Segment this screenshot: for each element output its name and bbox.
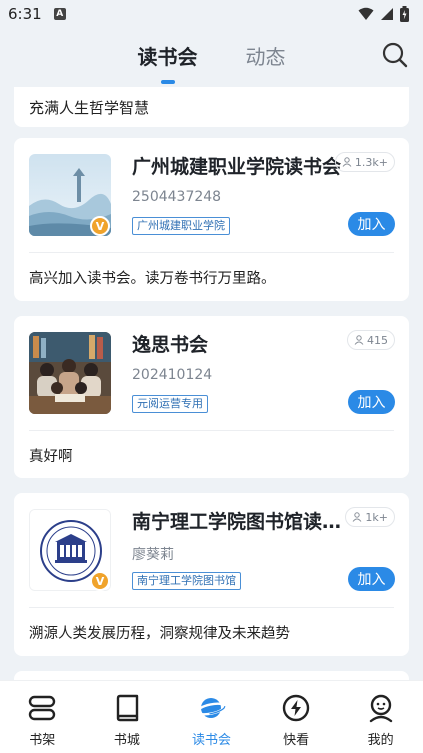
tabbar-item-reading-club[interactable]: 读书会 (169, 681, 254, 753)
tabbar-item-profile[interactable]: 我的 (338, 681, 423, 753)
person-icon (342, 157, 352, 167)
tabbar-label: 读书会 (191, 733, 231, 748)
signal-icon (381, 8, 393, 20)
divider (29, 607, 394, 608)
tabbar-label: 书架 (29, 733, 56, 748)
member-count-value: 415 (367, 333, 388, 347)
status-time: 6:31 (8, 5, 42, 23)
member-count-value: 1.3k+ (354, 155, 388, 169)
member-count: 415 (347, 330, 395, 350)
tab-label: 动态 (245, 44, 286, 69)
club-card[interactable]: V 南宁理工学院图书馆读… 1k+ 廖葵莉 南宁理工学院图书馆 加入 溯源人类发… (14, 493, 409, 656)
join-button[interactable]: 加入 (348, 390, 395, 414)
club-tag: 南宁理工学院图书馆 (132, 572, 241, 590)
battery-icon (400, 6, 409, 22)
club-description: 真好啊 (29, 449, 73, 465)
club-card-partial[interactable] (14, 671, 409, 680)
tab-feed[interactable]: 动态 (222, 41, 310, 70)
club-description: 溯源人类发展历程，洞察规律及未来趋势 (29, 626, 290, 642)
tabbar-item-bookstore[interactable]: 书城 (85, 681, 170, 753)
divider (29, 252, 394, 253)
divider (29, 430, 394, 431)
wifi-icon (358, 7, 374, 20)
profile-icon (369, 694, 392, 723)
club-card-partial[interactable]: 充满人生哲学智慧 (14, 87, 409, 127)
join-button[interactable]: 加入 (348, 567, 395, 591)
bottom-tab-bar: 书架 书城 读书会 快看 我的 (0, 680, 423, 753)
club-card[interactable]: 逸思书会 415 202410124 元阅运营专用 加入 真好啊 (14, 316, 409, 478)
join-button[interactable]: 加入 (348, 212, 395, 236)
tab-reading-club[interactable]: 读书会 (114, 41, 222, 84)
book-icon (116, 694, 139, 722)
club-id: 202410124 (132, 367, 213, 383)
bookshelf-icon (29, 695, 56, 721)
club-cover-image (29, 332, 111, 414)
tab-label: 读书会 (137, 44, 198, 69)
club-id: 2504437248 (132, 189, 222, 205)
club-name: 南宁理工学院图书馆读… (132, 511, 342, 533)
member-count-value: 1k+ (365, 510, 388, 524)
status-icons (358, 6, 409, 22)
club-tag: 广州城建职业学院 (132, 217, 230, 235)
person-icon (354, 335, 364, 345)
tabbar-label: 书城 (113, 733, 140, 748)
club-card[interactable]: V 广州城建职业学院读书会 1.3k+ 2504437248 广州城建职业学院 … (14, 138, 409, 301)
club-name: 广州城建职业学院读书会 (132, 156, 342, 178)
planet-icon (196, 698, 227, 718)
status-bar: 6:31 A (0, 0, 423, 28)
club-tag: 元阅运营专用 (132, 395, 208, 413)
tabbar-item-quick-view[interactable]: 快看 (254, 681, 339, 753)
search-icon[interactable] (381, 41, 409, 69)
member-count: 1.3k+ (334, 152, 395, 172)
club-name: 逸思书会 (132, 334, 209, 356)
reading-club-list: 充满人生哲学智慧 V 广州城建职业学院读书会 1.3k+ 2504437248 … (0, 82, 423, 680)
club-description: 高兴加入读书会。读万卷书行万里路。 (29, 271, 276, 287)
tabbar-item-bookshelf[interactable]: 书架 (0, 681, 85, 753)
member-count: 1k+ (345, 507, 395, 527)
lightning-icon (282, 694, 310, 722)
club-creator: 廖葵莉 (132, 547, 174, 563)
verified-badge-icon: V (90, 216, 110, 236)
club-description: 充满人生哲学智慧 (29, 99, 150, 117)
verified-badge-icon: V (90, 571, 110, 591)
person-icon (353, 512, 362, 522)
notification-icon: A (53, 8, 66, 20)
top-tabs: 读书会 动态 (0, 28, 423, 84)
tabbar-label: 我的 (367, 733, 394, 748)
tabbar-label: 快看 (283, 733, 310, 748)
